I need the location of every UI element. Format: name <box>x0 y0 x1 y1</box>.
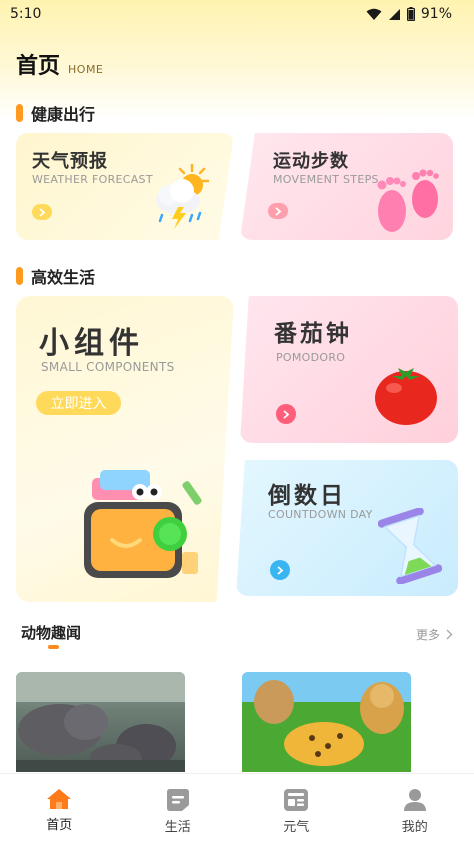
battery-level: 91% <box>420 6 452 22</box>
status-time: 5:10 <box>10 6 42 22</box>
countdown-title: 倒数日 <box>268 483 346 509</box>
pomodoro-go-button[interactable] <box>276 404 296 424</box>
weather-card[interactable]: 天气预报 WEATHER FORECAST <box>16 133 234 240</box>
weather-go-button[interactable] <box>32 204 52 220</box>
news-thumbnail-cartoon-animals[interactable] <box>242 672 411 772</box>
chevron-right-icon <box>275 206 282 216</box>
tab-profile[interactable]: 我的 <box>375 788 455 835</box>
status-icons: 91% <box>366 6 452 22</box>
home-icon <box>47 789 72 809</box>
chevron-right-icon <box>39 207 46 217</box>
weather-sun-cloud-icon <box>156 163 210 229</box>
cartoon-animals-image <box>242 672 411 772</box>
signal-icon <box>388 8 400 20</box>
steps-card[interactable]: 运动步数 MOVEMENT STEPS <box>240 133 453 240</box>
widget-tablet-icon <box>84 470 202 578</box>
footprints-icon <box>377 169 439 232</box>
tab-home[interactable]: 首页 <box>19 788 99 833</box>
news-thumbnail-hippos[interactable] <box>16 672 185 772</box>
section-marker <box>16 104 23 122</box>
more-label: 更多 <box>416 628 441 642</box>
tab-life[interactable]: 生活 <box>138 788 218 835</box>
bottom-tab-bar: 首页 生活 元气 我的 <box>0 773 474 843</box>
section-health: 健康出行 <box>16 101 95 125</box>
more-link[interactable]: 更多 <box>416 626 453 643</box>
news-section-title: 动物趣闻 <box>21 624 82 642</box>
tab-home-label: 首页 <box>46 818 73 833</box>
tab-life-label: 生活 <box>164 820 191 835</box>
section-title: 健康出行 <box>31 105 96 124</box>
status-bar: 5:10 91% <box>0 0 474 28</box>
pomodoro-title: 番茄钟 <box>274 321 352 347</box>
weather-subtitle: WEATHER FORECAST <box>32 173 153 186</box>
chevron-right-icon <box>283 409 290 419</box>
enter-now-button[interactable]: 立即进入 <box>36 391 121 415</box>
section-title: 高效生活 <box>31 268 96 287</box>
page-header: 首页 HOME <box>16 48 103 80</box>
wifi-icon <box>366 8 382 20</box>
news-icon <box>284 789 309 811</box>
pomodoro-card[interactable]: 番茄钟 POMODORO <box>240 296 458 443</box>
countdown-go-button[interactable] <box>270 560 290 580</box>
steps-subtitle: MOVEMENT STEPS <box>273 173 379 186</box>
tab-profile-label: 我的 <box>401 820 428 835</box>
page-subtitle: HOME <box>68 63 104 76</box>
pomodoro-subtitle: POMODORO <box>276 351 346 364</box>
section-efficiency: 高效生活 <box>16 264 95 288</box>
life-icon <box>166 789 189 811</box>
countdown-subtitle: COUNTDOWN DAY <box>268 508 373 521</box>
countdown-card[interactable]: 倒数日 COUNTDOWN DAY <box>236 460 458 596</box>
steps-go-button[interactable] <box>268 203 288 219</box>
profile-icon <box>403 789 426 811</box>
tomato-icon <box>375 368 437 425</box>
hourglass-icon <box>378 508 442 584</box>
widgets-subtitle: SMALL COMPONENTS <box>41 360 175 374</box>
section-marker <box>16 267 23 285</box>
widgets-title: 小组件 <box>39 326 144 361</box>
page-title: 首页 <box>16 54 61 79</box>
steps-title: 运动步数 <box>273 151 349 172</box>
news-title-underline <box>48 645 59 649</box>
hippo-image <box>16 672 185 772</box>
widgets-card[interactable]: 小组件 SMALL COMPONENTS <box>16 296 234 602</box>
chevron-right-icon <box>277 565 284 575</box>
chevron-right-icon <box>446 629 453 640</box>
weather-title: 天气预报 <box>32 151 108 172</box>
tab-vitality[interactable]: 元气 <box>256 788 336 835</box>
battery-icon <box>406 7 415 21</box>
tab-vitality-label: 元气 <box>283 820 310 835</box>
